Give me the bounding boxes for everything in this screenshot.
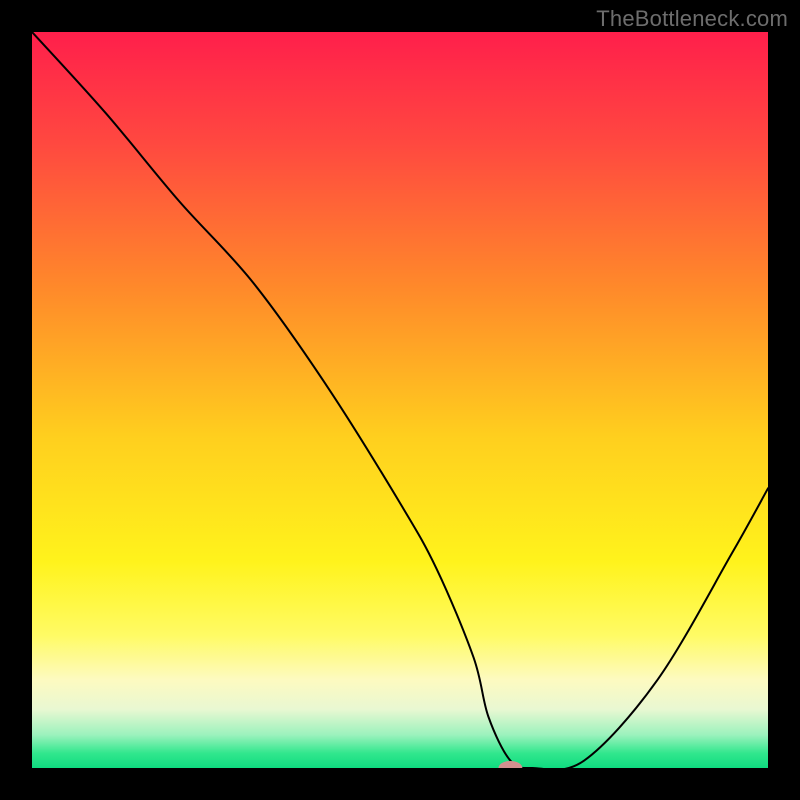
gradient-background [32, 32, 768, 768]
chart-container: TheBottleneck.com [0, 0, 800, 800]
watermark-text: TheBottleneck.com [596, 6, 788, 32]
plot-area [32, 32, 768, 768]
